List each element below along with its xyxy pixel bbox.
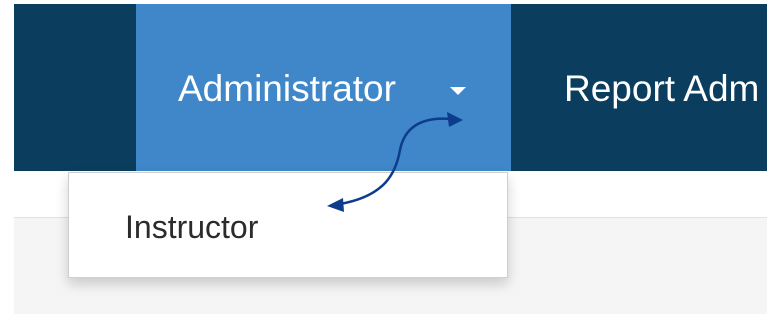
nav-item-administrator-label: Administrator — [178, 68, 396, 109]
dropdown-item-instructor[interactable]: Instructor — [69, 195, 507, 255]
top-navbar: Administrator Report Adm — [14, 4, 767, 171]
administrator-dropdown-menu: Instructor — [68, 172, 508, 278]
nav-item-report-admin[interactable]: Report Adm — [511, 4, 767, 171]
caret-down-icon — [450, 87, 466, 95]
nav-item-administrator[interactable]: Administrator — [136, 4, 511, 171]
dropdown-item-instructor-label: Instructor — [125, 209, 259, 245]
nav-item-report-admin-label: Report Adm — [564, 68, 760, 109]
